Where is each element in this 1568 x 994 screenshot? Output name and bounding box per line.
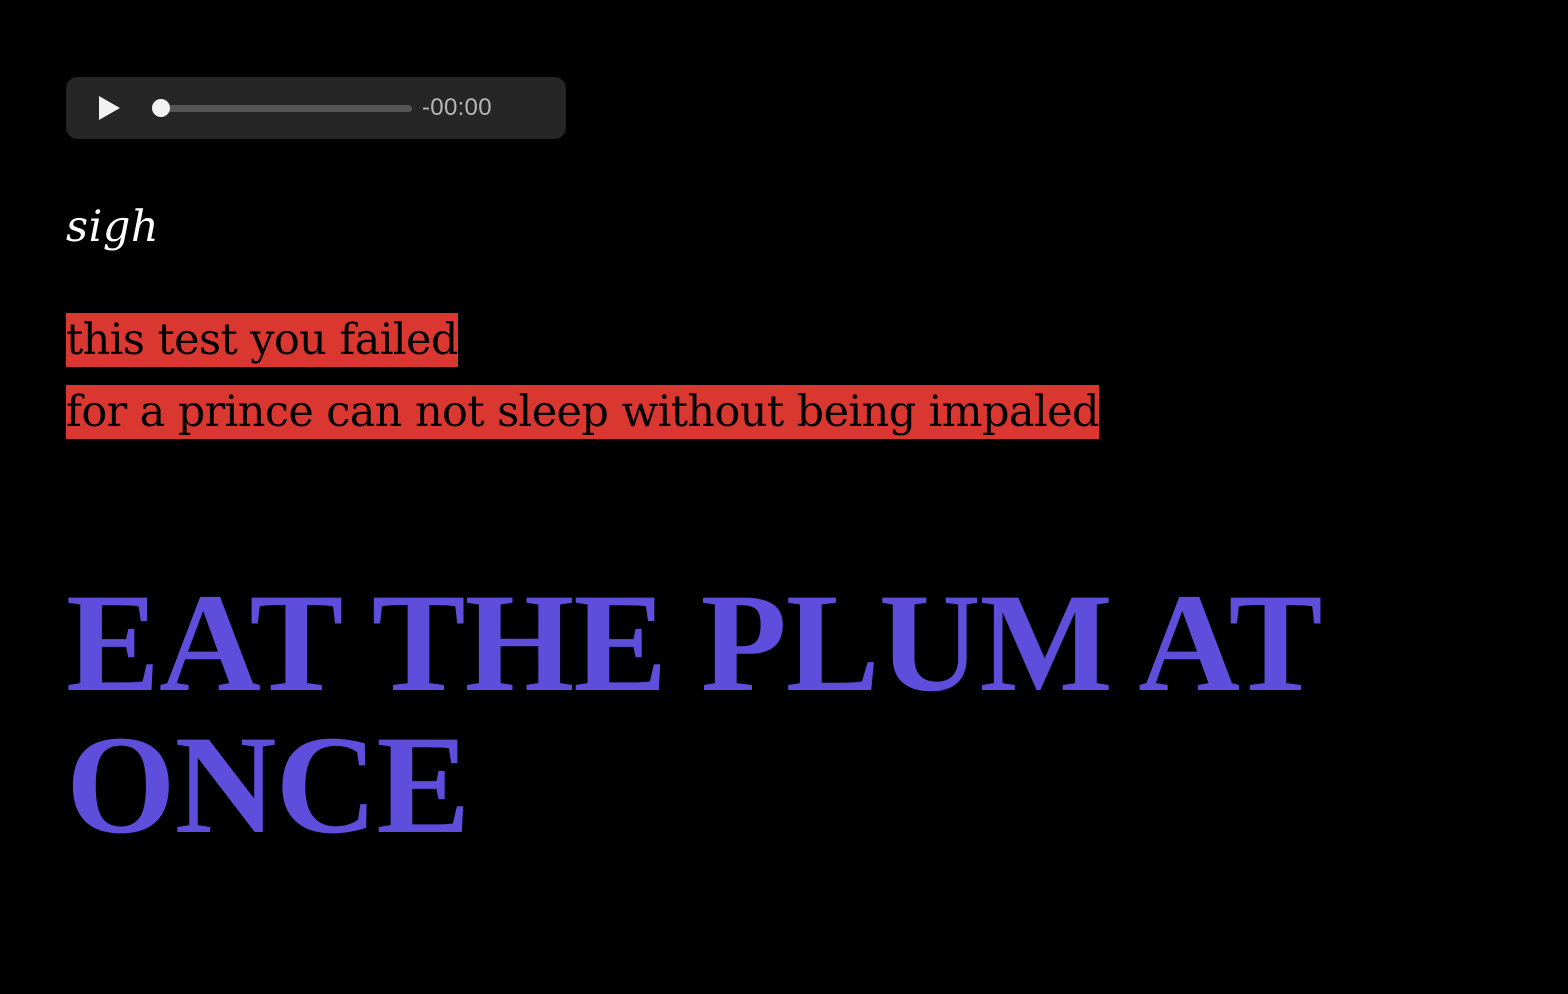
- highlighted-line: for a prince can not sleep without being…: [66, 385, 1099, 439]
- highlighted-line-text: this test you failed: [66, 313, 458, 367]
- sigh-text: sigh: [66, 202, 160, 252]
- play-button[interactable]: [90, 93, 128, 123]
- main-heading: EAT THE PLUM AT ONCE: [66, 565, 1320, 863]
- audio-progress-slider[interactable]: [152, 99, 412, 117]
- audio-progress-thumb[interactable]: [152, 99, 170, 117]
- audio-player: -00:00: [66, 77, 566, 139]
- play-icon: [99, 96, 120, 120]
- time-remaining: -00:00: [422, 94, 492, 121]
- highlighted-line: this test you failed: [66, 313, 458, 367]
- highlighted-line-text: for a prince can not sleep without being…: [66, 385, 1099, 439]
